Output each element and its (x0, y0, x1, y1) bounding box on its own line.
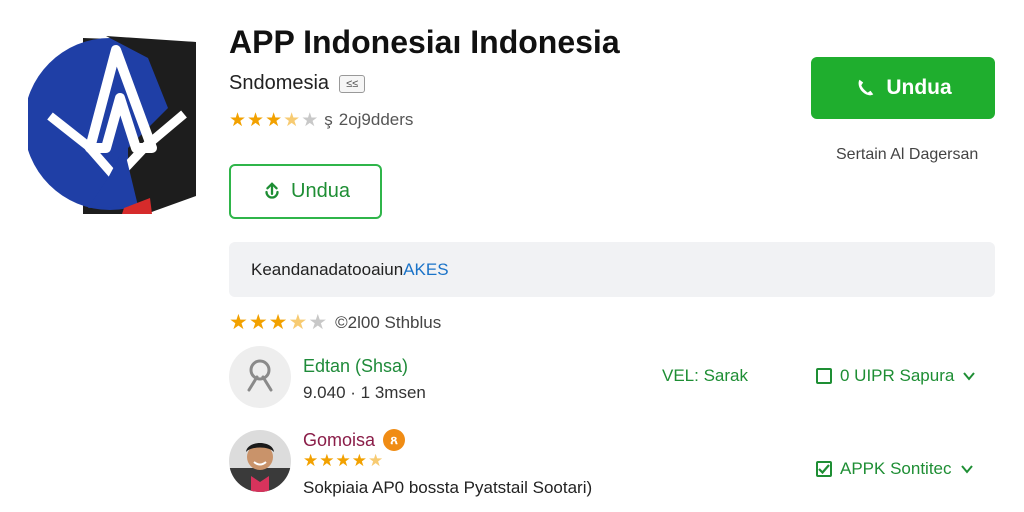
star-half-icon: ★ (368, 451, 384, 470)
star-half-icon: ★ (288, 311, 308, 334)
checkbox-unchecked[interactable] (816, 368, 832, 384)
review-author-2-row: Gomoisa ጸ (303, 429, 406, 451)
review-action-label-1: 0 UIPR Sapura (840, 366, 955, 385)
checkbox-checked[interactable] (816, 461, 832, 477)
app-rating-row: ★ ★ ★ ★ ★ ş 2oj9dders (229, 110, 413, 130)
checkmark-icon (818, 464, 830, 475)
author-badge: ጸ (383, 429, 406, 451)
info-bar-text: Keandanadatooaiun (251, 259, 404, 279)
info-bar: Keandanadatooaiun AKES (229, 242, 995, 297)
star-full-icon: ★ (351, 451, 367, 470)
star-full-icon: ★ (247, 109, 265, 131)
chevron-down-icon (963, 372, 976, 381)
primary-download-label: Undua (886, 76, 952, 99)
star-empty-icon: ★ (301, 109, 319, 131)
review-action-2[interactable]: APPK Sontitec (816, 459, 974, 479)
download-icon (265, 182, 279, 199)
phone-download-icon (858, 79, 874, 96)
star-full-icon: ★ (303, 451, 319, 470)
rating-count: 2oj9dders (338, 110, 414, 129)
age-rating-badge: ≤≤ (339, 74, 366, 93)
app-title: APP Indonesiaı Indonesia (229, 24, 620, 60)
secondary-download-button[interactable]: Undua (229, 164, 382, 219)
star-full-icon: ★ (319, 451, 335, 470)
app-developer: Sndomesia (229, 72, 330, 94)
review-action-label-2: APPK Sontitec (840, 459, 952, 478)
star-full-icon: ★ (265, 109, 283, 131)
info-bar-link[interactable]: AKES (403, 260, 448, 280)
star-full-icon: ★ (229, 109, 247, 131)
app-logo (28, 36, 196, 214)
reviews-summary: ©2l00 Sthblus (335, 312, 442, 332)
chevron-down-icon (960, 465, 973, 474)
review-author-1: Edtan (Shsa) (303, 356, 409, 376)
user-placeholder-icon (247, 359, 273, 392)
star-half-icon: ★ (283, 109, 301, 131)
rating-separator: ş (324, 110, 333, 129)
review-tag-1: VEL: Sarak (662, 366, 748, 385)
user-photo-icon (229, 430, 291, 492)
review-author-2: Gomoisa (303, 429, 376, 450)
review-action-1[interactable]: 0 UIPR Sapura (816, 366, 976, 386)
star-empty-icon: ★ (308, 311, 328, 334)
review-text-2: Sokpiaia AP0 bossta Pyatstail Sootari) (303, 478, 593, 497)
review-rating-2-stars: ★ ★ ★ ★ ★ (303, 452, 383, 469)
reviews-rating-stars: ★ ★ ★ ★ ★ (229, 312, 327, 333)
star-full-icon: ★ (335, 451, 351, 470)
star-full-icon: ★ (248, 311, 268, 334)
primary-download-button[interactable]: Undua (811, 57, 995, 119)
star-full-icon: ★ (268, 311, 288, 334)
avatar (229, 346, 291, 408)
avatar-photo (229, 430, 291, 492)
star-full-icon: ★ (229, 311, 248, 334)
secondary-download-label: Undua (291, 180, 350, 202)
review-rating-2: ★ ★ ★ ★ ★ (303, 452, 383, 469)
reviews-summary-row: ★ ★ ★ ★ ★ ©2l00 Sthblus (229, 312, 441, 333)
app-subtitle-row: Sndomesia ≤≤ (229, 72, 366, 95)
publisher-caption: Sertain Al Dagersan (836, 146, 979, 163)
app-rating-stars: ★ ★ ★ ★ ★ (229, 111, 318, 130)
review-meta-1: 9.040 · 1 3msen (303, 383, 426, 402)
